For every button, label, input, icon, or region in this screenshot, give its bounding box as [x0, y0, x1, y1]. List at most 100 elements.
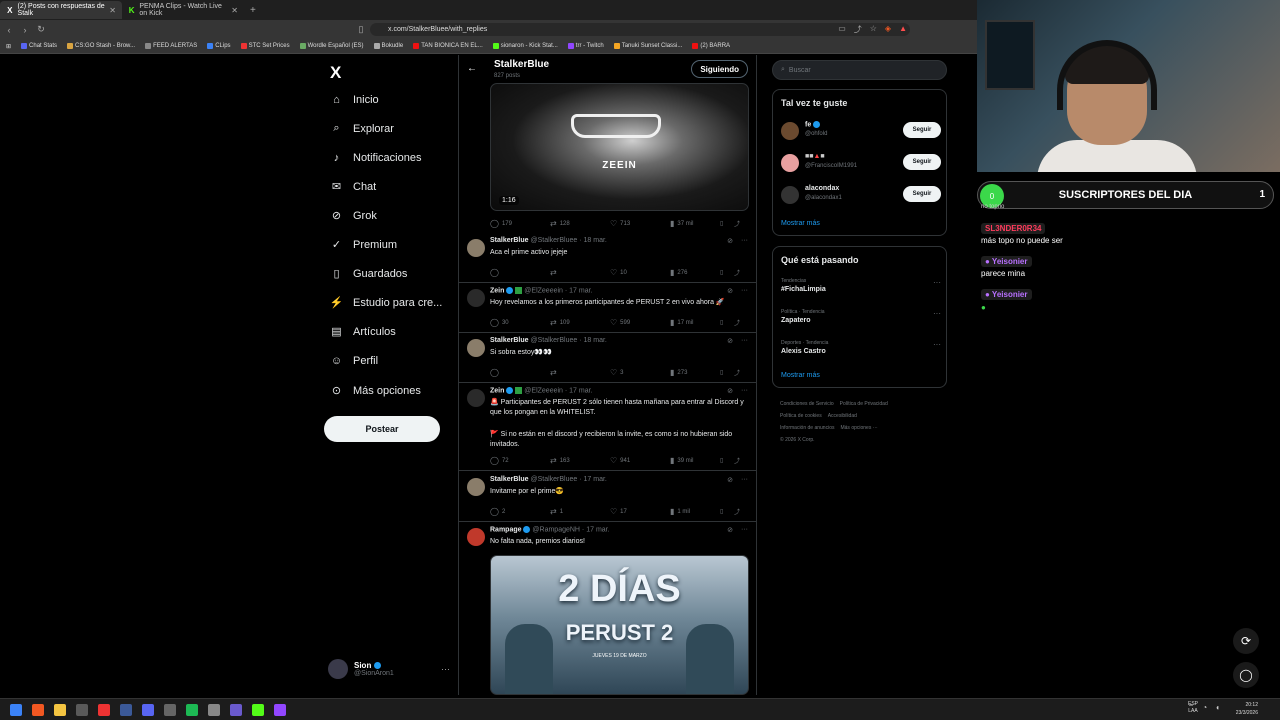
views-button[interactable]: ▮ 37 mil: [670, 219, 720, 228]
nav-home[interactable]: ⌂ Inicio: [330, 93, 379, 106]
bookmark-item[interactable]: CS:GO Stash - Brow...: [67, 43, 135, 49]
bookmark-item[interactable]: sionaron - Kick Stat...: [492, 43, 558, 49]
like-button[interactable]: ♡ 941: [610, 456, 670, 465]
new-tab-button[interactable]: +: [250, 5, 256, 16]
bookmark-icon[interactable]: ▯: [720, 269, 734, 276]
bookmark-icon[interactable]: ▯: [720, 319, 734, 326]
post[interactable]: Zein @ElZeeeein · 17 mar. ⊘ ··· 🚨 Partici…: [459, 385, 756, 471]
brave-shield-icon[interactable]: ◈: [885, 24, 891, 35]
follow-button[interactable]: Seguir: [903, 122, 941, 138]
share-icon[interactable]: ⤴: [734, 268, 740, 277]
bookmark-item[interactable]: trr - Twitch: [567, 43, 604, 49]
reply-button[interactable]: ◯ 2: [490, 507, 550, 516]
follow-button[interactable]: Seguir: [903, 186, 941, 202]
like-button[interactable]: ♡ 3: [610, 368, 670, 377]
repost-button[interactable]: ⇄ 1: [550, 507, 610, 516]
nav-bookmarks[interactable]: ▯ Guardados: [330, 267, 407, 281]
back-arrow-icon[interactable]: ←: [467, 63, 477, 74]
repost-button[interactable]: ⇄ 128: [550, 219, 610, 228]
mic-icon[interactable]: ◖: [1215, 703, 1220, 712]
more-dots-icon[interactable]: ···: [741, 476, 748, 484]
app-icon[interactable]: [120, 703, 132, 716]
reply-button[interactable]: ◯: [490, 368, 550, 377]
like-button[interactable]: ♡ 713: [610, 219, 670, 228]
grok-icon[interactable]: ⊘: [727, 526, 733, 534]
views-button[interactable]: ▮ 1 mil: [670, 507, 720, 516]
app-icon[interactable]: [164, 703, 176, 716]
bookmark-item[interactable]: TAN BIONICA EN EL...: [413, 43, 483, 49]
trend-item[interactable]: Deportes · Tendencia Alexis Castro ···: [781, 340, 941, 355]
more-dots-icon[interactable]: ···: [933, 309, 941, 318]
nav-grok[interactable]: ⊘ Grok: [330, 209, 377, 223]
like-button[interactable]: ♡ 17: [610, 507, 670, 516]
footer-link[interactable]: Política de Privacidad: [840, 401, 888, 407]
reply-button[interactable]: ◯ 179: [490, 219, 550, 228]
nav-notifications[interactable]: ♪ Notificaciones: [330, 151, 422, 164]
kick-icon[interactable]: [252, 703, 264, 716]
more-dots-icon[interactable]: ···: [441, 664, 450, 674]
clock[interactable]: 20:12 23/3/2026: [1236, 701, 1258, 717]
share-icon[interactable]: ⤴: [734, 318, 740, 327]
follow-suggestion[interactable]: ■■▲■ @FranciscoIM1991 Seguir: [781, 152, 941, 176]
footer-link[interactable]: Accesibilidad: [828, 413, 857, 419]
follow-suggestion[interactable]: fe @ohfold Seguir: [781, 120, 941, 144]
bookmark-item[interactable]: (2) BARRA: [692, 43, 730, 49]
nav-more-options[interactable]: ⊙ Más opciones: [330, 384, 421, 398]
bookmark-item[interactable]: STC Set Prices: [240, 43, 290, 49]
account-switcher[interactable]: Sion @SionAron1 ···: [328, 659, 450, 679]
views-button[interactable]: ▮ 17 mil: [670, 318, 720, 327]
brave-icon[interactable]: [32, 703, 44, 716]
twitch-icon[interactable]: [274, 703, 286, 716]
follow-suggestion[interactable]: alacondax @alacondax1 Seguir: [781, 184, 941, 208]
share-icon[interactable]: ⤴: [734, 368, 740, 377]
nav-articles[interactable]: ▤ Artículos: [330, 325, 396, 339]
close-icon[interactable]: ✕: [231, 6, 238, 15]
footer-link[interactable]: Política de cookies: [780, 413, 822, 419]
repost-button[interactable]: ⇄ 109: [550, 318, 610, 327]
following-button[interactable]: Siguiendo: [691, 60, 748, 78]
reply-button[interactable]: ◯: [490, 268, 550, 277]
post-image[interactable]: 2 DÍAS PERUST 2 JUEVES 19 DE MARZO: [490, 555, 749, 695]
nav-creator-studio[interactable]: ⚡ Estudio para cre...: [330, 296, 443, 310]
url-field[interactable]: x.com/StalkerBluee/with_replies: [370, 23, 910, 36]
spotify-icon[interactable]: [186, 703, 198, 716]
close-icon[interactable]: ✕: [109, 6, 116, 15]
grok-icon[interactable]: ⊘: [727, 337, 733, 345]
footer-link[interactable]: Información de anuncios: [780, 425, 834, 431]
share-icon[interactable]: ⤴: [734, 219, 740, 228]
footer-link[interactable]: Condiciones de Servicio: [780, 401, 834, 407]
back-icon[interactable]: ‹: [2, 25, 16, 35]
bookmark-item[interactable]: FEED ALERTAS: [145, 43, 197, 49]
more-dots-icon[interactable]: ···: [741, 337, 748, 345]
tab-x-posts[interactable]: X (2) Posts con respuestas de Stalk ✕: [0, 1, 122, 19]
nav-profile[interactable]: ☺ Perfil: [330, 354, 378, 367]
more-dots-icon[interactable]: ···: [741, 237, 748, 245]
views-button[interactable]: ▮ 39 mil: [670, 456, 720, 465]
alert-icon[interactable]: ▲: [899, 24, 907, 35]
share-icon[interactable]: ⤴: [734, 507, 740, 516]
more-dots-icon[interactable]: ···: [741, 526, 748, 534]
show-more-link[interactable]: Mostrar más: [781, 372, 820, 379]
nav-explore[interactable]: ⌕ Explorar: [330, 122, 394, 135]
trend-item[interactable]: Tendencias #FichaLimpia ···: [781, 278, 941, 293]
post-button[interactable]: Postear: [324, 416, 440, 442]
reply-button[interactable]: ◯ 30: [490, 318, 550, 327]
share-icon[interactable]: ⤴: [854, 24, 862, 35]
bookmark-icon[interactable]: ▯: [354, 24, 368, 35]
chat-bubble-icon[interactable]: ◯: [1233, 662, 1259, 688]
like-button[interactable]: ♡ 10: [610, 268, 670, 277]
views-button[interactable]: ▮ 276: [670, 268, 720, 277]
refresh-icon[interactable]: ⟳: [1233, 628, 1259, 654]
footer-link[interactable]: Más opciones ···: [840, 425, 877, 431]
app-icon[interactable]: [98, 703, 110, 716]
more-dots-icon[interactable]: ···: [741, 287, 748, 295]
folder-icon[interactable]: [54, 703, 66, 716]
more-dots-icon[interactable]: ···: [933, 340, 941, 349]
app-icon[interactable]: [208, 703, 220, 716]
app-icon[interactable]: [230, 703, 242, 716]
share-icon[interactable]: ⤴: [734, 456, 740, 465]
repost-button[interactable]: ⇄ 163: [550, 456, 610, 465]
more-dots-icon[interactable]: ···: [741, 387, 748, 395]
trend-item[interactable]: Política · Tendencia Zapatero ···: [781, 309, 941, 324]
screen-icon[interactable]: ▭: [838, 24, 846, 35]
